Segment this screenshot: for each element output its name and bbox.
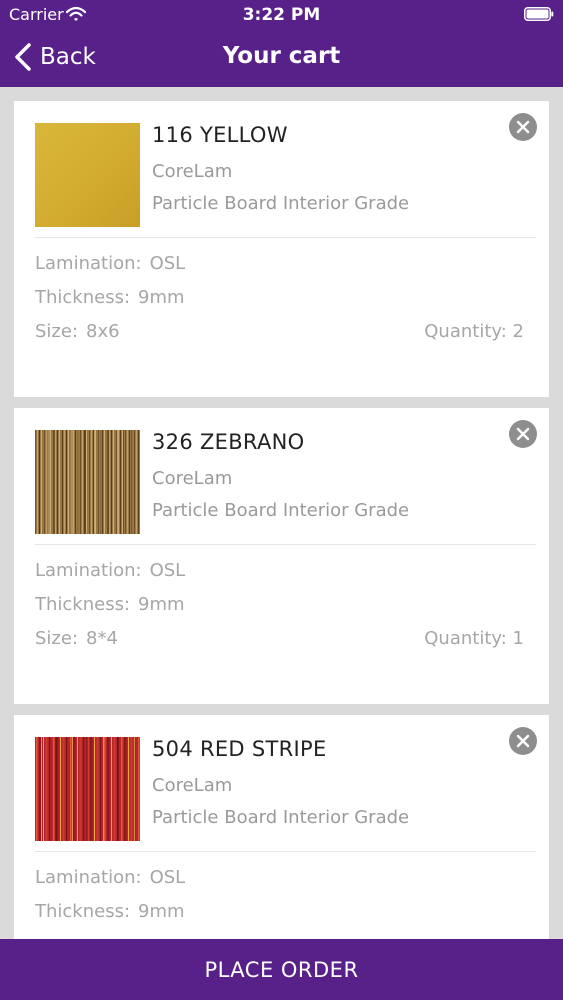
- thickness-value: 9mm: [138, 594, 185, 615]
- item-brand: CoreLam: [152, 468, 233, 489]
- lamination-row: Lamination: OSL: [35, 253, 185, 274]
- lamination-label: Lamination:: [35, 560, 142, 581]
- quantity-label: Quantity:: [424, 321, 507, 342]
- lamination-row: Lamination: OSL: [35, 560, 185, 581]
- thickness-row: Thickness: 9mm: [35, 287, 185, 308]
- swatch-thumbnail: [35, 430, 140, 534]
- thickness-label: Thickness:: [35, 594, 131, 615]
- quantity-row: Quantity: 2: [424, 321, 524, 342]
- item-grade: Particle Board Interior Grade: [152, 807, 410, 828]
- quantity-value: 2: [512, 321, 524, 342]
- size-value: 8*4: [86, 628, 118, 649]
- cart-list[interactable]: 116 YELLOW CoreLam Particle Board Interi…: [0, 87, 563, 939]
- size-label: Size:: [35, 628, 79, 649]
- quantity-row: Quantity: 1: [424, 628, 524, 649]
- thickness-row: Thickness: 9mm: [35, 594, 185, 615]
- cart-item-card: 326 ZEBRANO CoreLam Particle Board Inter…: [14, 408, 549, 704]
- divider: [35, 237, 536, 238]
- size-value: 8x6: [86, 321, 120, 342]
- remove-item-button[interactable]: [509, 420, 537, 448]
- place-order-button[interactable]: PLACE ORDER: [0, 939, 563, 1000]
- lamination-value: OSL: [149, 253, 186, 274]
- divider: [35, 544, 536, 545]
- quantity-value: 1: [512, 628, 524, 649]
- navigation-bar: Back Your cart: [0, 30, 563, 87]
- item-name: 116 YELLOW: [152, 123, 288, 147]
- item-name: 504 RED STRIPE: [152, 737, 327, 761]
- item-brand: CoreLam: [152, 161, 233, 182]
- item-brand: CoreLam: [152, 775, 233, 796]
- status-bar: Carrier 3:22 PM: [0, 0, 563, 30]
- close-icon: [516, 734, 530, 748]
- swatch-thumbnail: [35, 737, 140, 841]
- lamination-value: OSL: [149, 560, 186, 581]
- remove-item-button[interactable]: [509, 113, 537, 141]
- close-icon: [516, 427, 530, 441]
- lamination-label: Lamination:: [35, 253, 142, 274]
- item-name: 326 ZEBRANO: [152, 430, 305, 454]
- swatch-thumbnail: [35, 123, 140, 227]
- thickness-value: 9mm: [138, 901, 185, 922]
- lamination-label: Lamination:: [35, 867, 142, 888]
- page-title: Your cart: [222, 43, 341, 69]
- thickness-row: Thickness: 9mm: [35, 901, 185, 922]
- cart-item-card: 116 YELLOW CoreLam Particle Board Interi…: [14, 101, 549, 397]
- item-grade: Particle Board Interior Grade: [152, 500, 410, 521]
- lamination-value: OSL: [149, 867, 186, 888]
- cart-item-card: 504 RED STRIPE CoreLam Particle Board In…: [14, 715, 549, 939]
- thickness-label: Thickness:: [35, 901, 131, 922]
- item-grade: Particle Board Interior Grade: [152, 193, 410, 214]
- quantity-label: Quantity:: [424, 628, 507, 649]
- thickness-value: 9mm: [138, 287, 185, 308]
- size-row: Size: 8*4: [35, 628, 118, 649]
- remove-item-button[interactable]: [509, 727, 537, 755]
- size-row: Size: 8x6: [35, 321, 120, 342]
- size-label: Size:: [35, 321, 79, 342]
- app-header: Carrier 3:22 PM Back Your cart: [0, 0, 563, 87]
- close-icon: [516, 120, 530, 134]
- lamination-row: Lamination: OSL: [35, 867, 185, 888]
- status-time: 3:22 PM: [242, 5, 321, 25]
- divider: [35, 851, 536, 852]
- battery-icon: [524, 7, 554, 21]
- thickness-label: Thickness:: [35, 287, 131, 308]
